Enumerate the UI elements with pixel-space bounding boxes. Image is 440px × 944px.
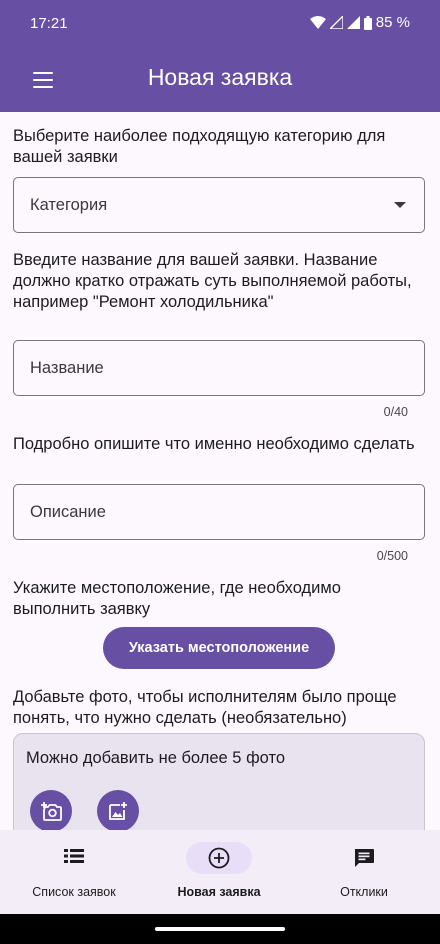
nav-label: Новая заявка [177,885,261,899]
category-placeholder: Категория [30,196,108,214]
nav-item-responses[interactable]: Отклики [291,830,437,914]
add-circle-icon [208,847,230,869]
description-placeholder: Описание [30,503,106,521]
location-prompt: Укажите местоположение, где необходимо в… [13,579,341,618]
dropdown-arrow-icon [394,202,406,208]
page-title: Новая заявка [147,64,293,90]
description-field[interactable]: Описание [13,484,425,540]
signal-icon [329,16,343,29]
home-handle[interactable] [155,927,285,931]
bottom-navigation: Список заявок Новая заявка Отклики [0,830,440,914]
photo-prompt: Добавьте фото, чтобы исполнителям было п… [13,688,397,727]
add-image-icon [109,802,127,820]
battery-level: 85 % [375,14,410,31]
list-icon [64,849,84,863]
wifi-icon [309,16,326,29]
category-prompt: Выберите наиболее подходящую категорию д… [13,127,386,166]
photo-hint: Можно добавить не более 5 фото [26,749,286,767]
category-dropdown[interactable]: Категория [13,177,425,233]
nav-icon-wrap [291,848,437,868]
nav-label: Отклики [340,885,388,899]
description-prompt: Подробно опишите что именно необходимо с… [13,435,415,453]
nav-icon-wrap [146,847,292,869]
form-content[interactable]: Выберите наиболее подходящую категорию д… [0,112,440,830]
add-camera-icon [41,802,62,821]
description-counter: 0/500 [376,549,408,563]
signal-icon [346,16,360,29]
gesture-navigation-bar [0,914,440,944]
status-time: 17:21 [30,15,68,32]
photo-upload-area: Можно добавить не более 5 фото [13,733,425,830]
status-icons: 85 % [309,14,410,31]
chat-icon [355,849,374,867]
nav-icon-wrap [1,848,147,868]
name-counter: 0/40 [383,405,408,419]
take-photo-button[interactable] [30,790,72,830]
nav-item-new-request[interactable]: Новая заявка [146,830,292,914]
nav-item-requests-list[interactable]: Список заявок [1,830,147,914]
name-field[interactable]: Название [13,340,425,396]
name-placeholder: Название [30,359,104,377]
add-from-gallery-button[interactable] [97,790,139,830]
app-bar: 17:21 85 % Новая заявка [0,0,440,112]
name-prompt: Введите название для вашей заявки. Назва… [13,251,412,311]
set-location-button[interactable]: Указать местоположение [103,627,335,669]
nav-label: Список заявок [32,885,116,899]
battery-icon [363,15,372,30]
